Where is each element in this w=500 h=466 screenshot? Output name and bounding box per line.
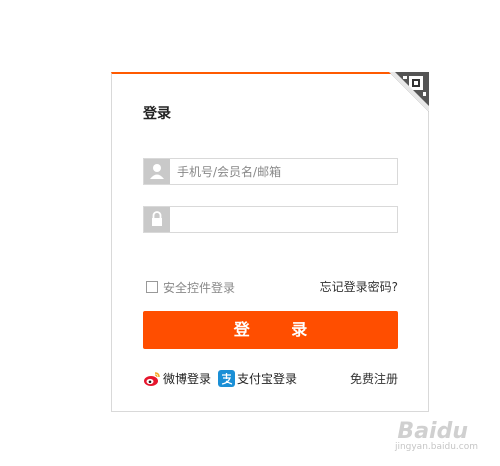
- password-field[interactable]: [143, 206, 398, 233]
- alipay-login-link[interactable]: 支付宝登录: [218, 370, 297, 387]
- register-link[interactable]: 免费注册: [350, 370, 398, 387]
- password-input[interactable]: [171, 207, 395, 232]
- username-field[interactable]: [143, 158, 398, 185]
- security-control-checkbox[interactable]: [146, 281, 158, 293]
- login-title: 登录: [143, 106, 171, 122]
- security-control-option[interactable]: 安全控件登录: [146, 279, 235, 296]
- weibo-login-label: 微博登录: [163, 372, 212, 386]
- lock-icon: [144, 207, 170, 232]
- forgot-password-link[interactable]: 忘记登录密码?: [320, 278, 398, 295]
- user-icon: [144, 159, 170, 184]
- login-button[interactable]: 登 录: [143, 311, 398, 349]
- qr-code-icon[interactable]: [389, 72, 429, 112]
- weibo-login-link[interactable]: 微博登录: [143, 370, 211, 387]
- weibo-icon: [144, 372, 160, 386]
- username-input[interactable]: [171, 159, 395, 184]
- alipay-icon: [218, 370, 235, 387]
- login-card: 登录 安全控件登录 忘记登录密码? 登 录 微博登录: [111, 72, 429, 412]
- alipay-login-label: 支付宝登录: [237, 372, 298, 386]
- watermark-logo: Baidu: [397, 419, 468, 444]
- security-control-label: 安全控件登录: [163, 281, 236, 295]
- watermark-url: jingyan.baidu.com: [394, 442, 478, 452]
